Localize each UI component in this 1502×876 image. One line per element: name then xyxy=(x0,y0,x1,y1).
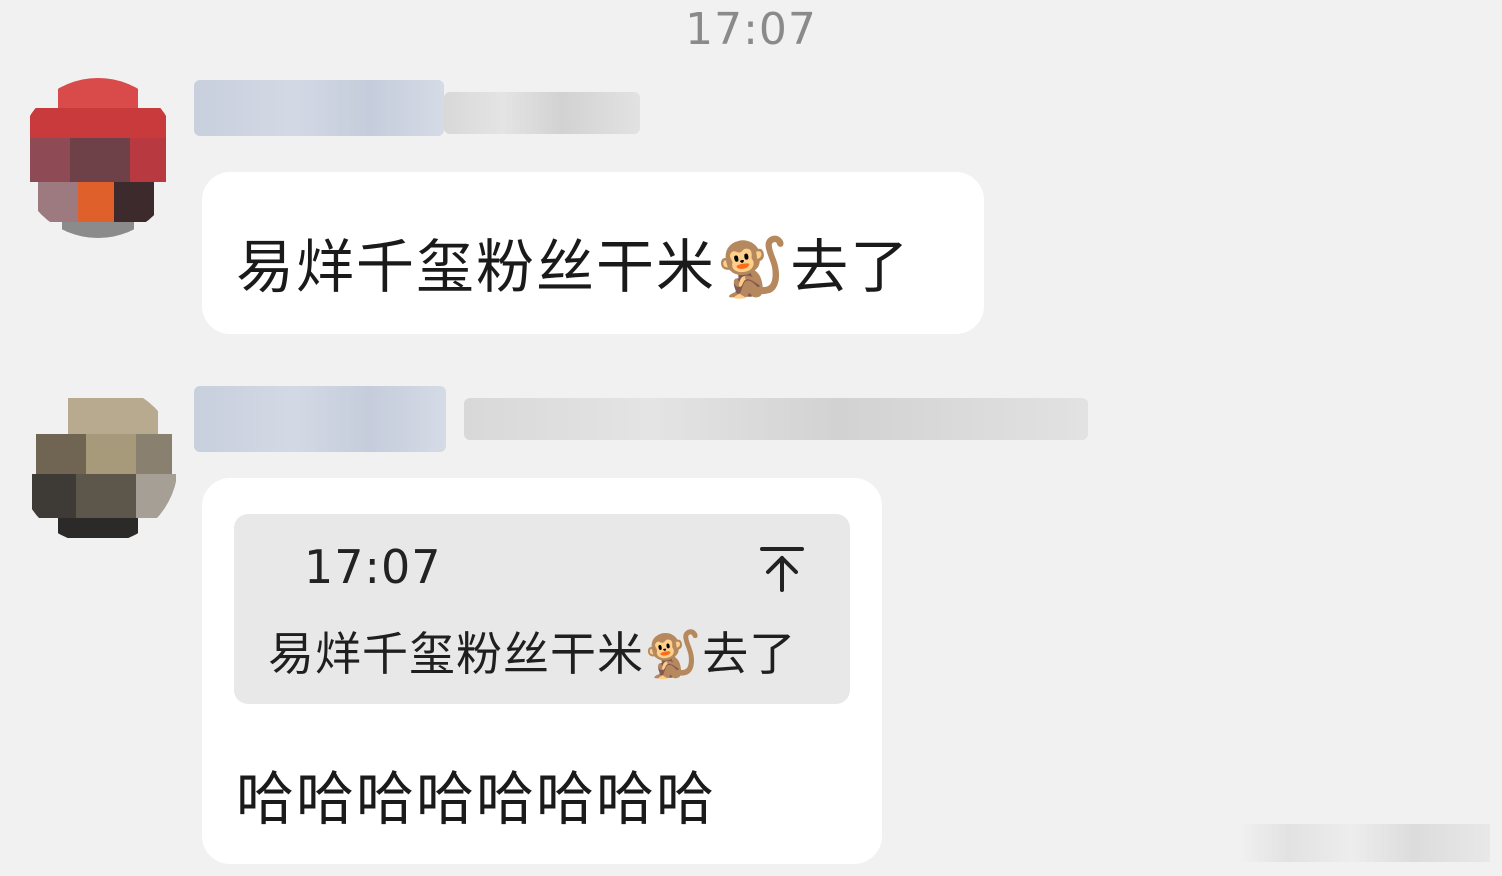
message-text: 哈哈哈哈哈哈哈哈 xyxy=(236,765,717,833)
quoted-timestamp: 17:07 xyxy=(304,540,442,594)
chat-timestamp: 17:07 xyxy=(685,4,817,55)
sender-name-blurred xyxy=(194,80,444,136)
sender-info-blurred xyxy=(444,92,640,134)
sender-name-blurred xyxy=(194,386,446,452)
quoted-text: 易烊千玺粉丝干米🐒去了 xyxy=(268,627,797,681)
sender-info-blurred xyxy=(464,398,1088,440)
watermark-blurred xyxy=(1238,824,1490,862)
message-bubble[interactable]: 易烊千玺粉丝干米🐒去了 xyxy=(202,172,984,334)
quoted-message[interactable]: 17:07 易烊千玺粉丝干米🐒去了 xyxy=(234,514,850,704)
avatar[interactable] xyxy=(18,78,178,238)
avatar[interactable] xyxy=(18,384,178,544)
pin-to-top-icon[interactable] xyxy=(760,546,804,592)
message-text: 易烊千玺粉丝干米🐒去了 xyxy=(236,233,911,301)
